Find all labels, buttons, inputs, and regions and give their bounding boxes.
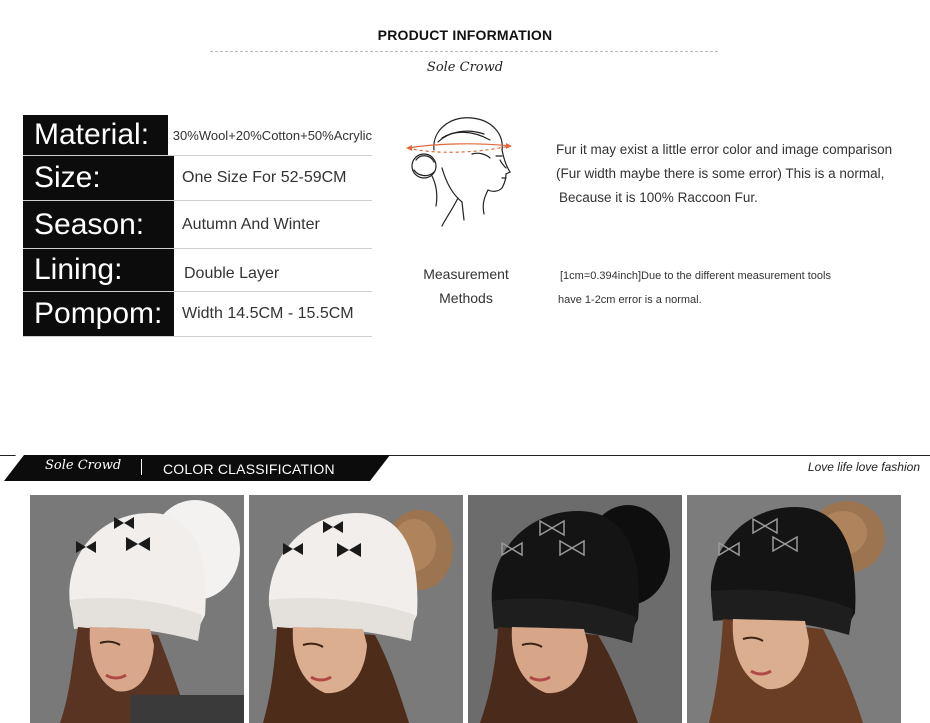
product-photo-black-black-pompom[interactable] [468,495,682,723]
conversion-note: [1cm=0.394inch]Due to the different meas… [558,264,918,312]
spec-row-lining: Lining: Double Layer [23,249,372,292]
spec-row-material: Material: 30%Wool+20%Cotton+50%Acrylic [23,115,372,156]
fur-note-line: Fur it may exist a little error color an… [556,142,893,157]
product-photo-black-natural-pompom[interactable] [687,495,901,723]
banner-shape [0,455,390,481]
spec-row-size: Size: One Size For 52-59CM [23,156,372,201]
spec-label: Pompom: [23,292,174,336]
conversion-note-line: [1cm=0.394inch]Due to the different meas… [560,270,831,282]
conversion-note-line: have 1-2cm error is a normal. [558,294,702,306]
spec-value: Double Layer [184,265,280,282]
brand-logo: Sole Crowd [426,60,504,75]
spec-value: One Size For 52-59CM [182,169,347,186]
fur-note-line: Because it is 100% Raccoon Fur. [559,190,758,205]
measurement-label-line: Measurement [423,266,509,282]
spec-value: 30%Wool+20%Cotton+50%Acrylic [172,127,372,143]
measurement-methods-label: Measurement Methods [408,262,524,310]
head-measurement-illustration [402,110,514,230]
color-classification-title: COLOR CLASSIFICATION [163,461,335,477]
tagline: Love life love fashion [807,460,920,474]
spec-value: Autumn And Winter [182,215,320,233]
banner-brand: Sole Crowd [45,458,122,473]
spec-value: Width 14.5CM - 15.5CM [182,305,354,322]
fur-note: Fur it may exist a little error color an… [556,138,926,210]
product-photo-white-natural-pompom[interactable] [249,495,463,723]
spec-row-season: Season: Autumn And Winter [23,201,372,249]
section-title: PRODUCT INFORMATION [377,27,553,43]
measurement-label-line: Methods [439,290,493,306]
spec-label: Size: [23,156,174,200]
product-photo-white-white-pompom[interactable] [30,495,244,723]
spec-label: Material: [23,115,168,155]
spec-row-pompom: Pompom: Width 14.5CM - 15.5CM [23,292,372,337]
spec-label: Season: [23,201,174,248]
spec-label: Lining: [23,249,174,291]
spec-table: Material: 30%Wool+20%Cotton+50%Acrylic S… [23,115,372,337]
banner-separator [141,459,142,475]
fur-note-line: (Fur width maybe there is some error) Th… [556,166,885,181]
title-divider [210,51,718,52]
